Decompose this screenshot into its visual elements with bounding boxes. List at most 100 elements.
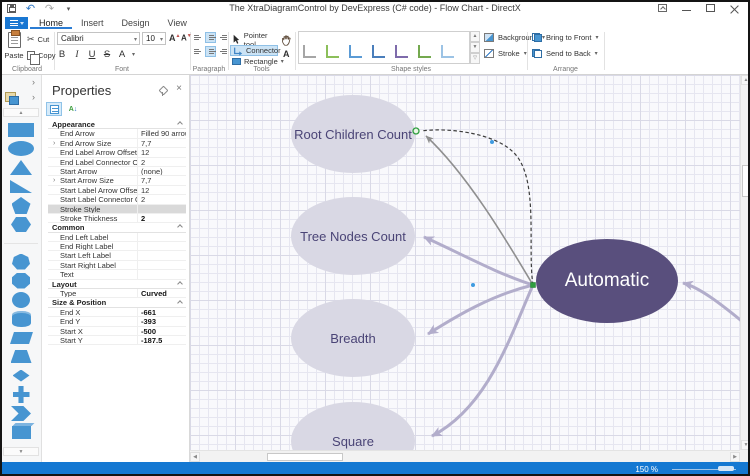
align-button[interactable] xyxy=(218,32,229,43)
collapse-icon[interactable] xyxy=(177,121,183,128)
format-i-button[interactable]: I xyxy=(72,50,82,60)
connector-style-swatch[interactable] xyxy=(326,38,340,58)
shrink-font-button[interactable]: A▼ xyxy=(181,33,192,43)
format-s-button[interactable]: S xyxy=(102,49,112,60)
shape-triangle[interactable] xyxy=(0,158,42,177)
stroke-button[interactable]: Stroke ▾ xyxy=(484,49,527,58)
ribbon-display-options-button[interactable] xyxy=(650,0,674,16)
property-row[interactable]: Text xyxy=(48,270,186,280)
send-to-back-button[interactable]: Send to Back ▾ xyxy=(532,49,598,58)
connector-start-endpoint[interactable] xyxy=(530,282,536,288)
copy-button[interactable]: Copy xyxy=(27,51,56,65)
collapse-icon[interactable] xyxy=(177,299,183,306)
property-value[interactable]: 2 xyxy=(137,213,186,223)
property-value[interactable]: 12 xyxy=(137,185,186,195)
scroll-up-icon[interactable]: ▲ xyxy=(741,75,750,85)
property-row[interactable]: Start Y -187.5 xyxy=(48,335,186,346)
diagram-node-breadth[interactable]: Breadth xyxy=(291,299,415,377)
connector-style-swatch[interactable] xyxy=(441,38,455,58)
property-value[interactable]: -500 xyxy=(137,326,186,335)
align-button[interactable] xyxy=(218,46,229,57)
property-section-common[interactable]: Common xyxy=(48,223,186,233)
app-menu-button[interactable] xyxy=(5,17,28,29)
diagram-canvas[interactable]: Root Children Count Tree Nodes Count Bread… xyxy=(190,75,750,462)
scroll-down-icon[interactable]: ▼ xyxy=(741,440,750,450)
text-tool-button[interactable]: A xyxy=(283,49,290,59)
shape-hexagon[interactable] xyxy=(0,215,42,234)
bring-to-front-button[interactable]: Bring to Front ▾ xyxy=(532,33,598,42)
shape-octagon[interactable] xyxy=(0,271,42,290)
shape-pentagon[interactable] xyxy=(0,196,42,215)
connector-to-tree-nodes-count[interactable] xyxy=(423,235,534,287)
property-row[interactable]: End Y -393 xyxy=(48,317,186,327)
shape-cube[interactable] xyxy=(0,423,42,442)
property-row[interactable]: End Left Label xyxy=(48,232,186,243)
scroll-right-icon[interactable]: ▶ xyxy=(730,452,740,462)
property-row[interactable]: › End Arrow Size 7,7 xyxy=(48,138,186,149)
property-row[interactable]: End X -661 xyxy=(48,307,186,318)
tab-home[interactable]: Home xyxy=(30,17,73,29)
connector-to-root-children-count[interactable] xyxy=(425,135,534,286)
property-value[interactable]: Curved xyxy=(137,289,186,298)
property-row[interactable]: › Start Arrow Size 7,7 xyxy=(48,176,186,186)
shape-ellipse[interactable] xyxy=(0,139,42,158)
property-section-appearance[interactable]: Appearance xyxy=(48,120,186,130)
diagram-node-tree-nodes-count[interactable]: Tree Nodes Count xyxy=(291,197,415,275)
collapse-icon[interactable] xyxy=(177,224,183,231)
control-point[interactable] xyxy=(471,283,475,287)
property-row[interactable]: Type Curved xyxy=(48,289,186,299)
property-row[interactable]: Start Right Label xyxy=(48,260,186,271)
shape-cross[interactable] xyxy=(0,385,42,404)
property-value[interactable]: 7,7 xyxy=(137,176,186,185)
align-button[interactable] xyxy=(192,46,203,57)
format-u-button[interactable]: U xyxy=(87,49,97,60)
pin-icon[interactable] xyxy=(159,87,167,96)
property-value[interactable] xyxy=(137,270,186,279)
gallery-expand-icon[interactable]: ▽ xyxy=(470,53,480,64)
toolbox-scroll-up[interactable]: ▲ xyxy=(3,108,39,117)
property-value[interactable]: -187.5 xyxy=(137,335,186,345)
categorized-view-button[interactable] xyxy=(46,102,62,116)
property-section-size-position[interactable]: Size & Position xyxy=(48,298,186,308)
grow-font-button[interactable]: A▲ xyxy=(169,33,180,43)
property-row[interactable]: Start X -500 xyxy=(48,326,186,336)
format-b-button[interactable]: B xyxy=(57,49,67,60)
property-row[interactable]: End Label Connector Offset2 xyxy=(48,157,186,167)
gallery-up-icon[interactable]: ▲ xyxy=(470,31,480,42)
property-value[interactable]: 2 xyxy=(137,157,186,166)
toolbox-gallery-button[interactable]: › xyxy=(5,92,37,106)
property-row[interactable]: Start Left Label xyxy=(48,251,186,261)
shape-heptagon[interactable] xyxy=(0,252,42,271)
connector-style-swatch[interactable] xyxy=(372,38,386,58)
shape-trapezoid[interactable] xyxy=(0,347,42,366)
property-row[interactable]: Stroke Thickness 2 xyxy=(48,213,186,224)
tool-connector[interactable]: Connector xyxy=(230,45,281,56)
scroll-left-icon[interactable]: ◀ xyxy=(190,452,200,462)
cut-button[interactable]: ✂ Cut xyxy=(27,35,49,45)
connector-style-swatch[interactable] xyxy=(395,38,409,58)
connector-style-swatch[interactable] xyxy=(418,38,432,58)
shape-parallelogram[interactable] xyxy=(0,328,42,347)
align-button[interactable] xyxy=(205,32,216,43)
zoom-slider-thumb[interactable] xyxy=(718,466,734,471)
property-row[interactable]: End Label Arrow Offset 12 xyxy=(48,148,186,158)
property-value[interactable]: -661 xyxy=(137,307,186,317)
font-family-combo[interactable]: Calibri xyxy=(57,32,140,46)
tab-design[interactable]: Design xyxy=(113,17,159,29)
connector-to-breadth[interactable] xyxy=(427,283,534,336)
property-value[interactable] xyxy=(137,251,186,260)
property-row[interactable]: End Right Label xyxy=(48,242,186,252)
vertical-scroll-thumb[interactable] xyxy=(742,165,750,197)
horizontal-scrollbar[interactable]: ◀ ▶ xyxy=(190,450,740,462)
property-section-layout[interactable]: Layout xyxy=(48,279,186,290)
collapse-icon[interactable] xyxy=(177,280,183,287)
connector-style-swatch[interactable] xyxy=(303,38,317,58)
toolbox-scroll-down[interactable]: ▼ xyxy=(3,447,39,456)
property-value[interactable]: -393 xyxy=(137,317,186,326)
horizontal-scroll-thumb[interactable] xyxy=(267,453,343,461)
shape-diamond[interactable] xyxy=(0,366,42,385)
maximize-button[interactable] xyxy=(698,0,722,16)
property-value[interactable]: 7,7 xyxy=(137,138,186,148)
selected-connector[interactable] xyxy=(420,129,534,286)
expander-icon[interactable]: › xyxy=(53,176,55,184)
